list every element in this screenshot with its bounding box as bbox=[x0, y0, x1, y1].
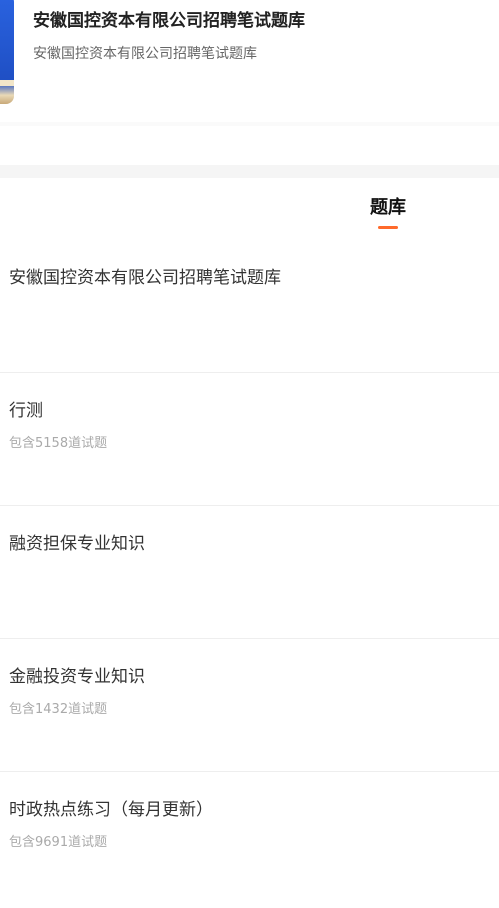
list-item-title: 金融投资专业知识 bbox=[9, 667, 145, 687]
question-bank-list: 安徽国控资本有限公司招聘笔试题库 行测 包含5158道试题 融资担保专业知识 金… bbox=[0, 240, 499, 905]
list-item[interactable]: 金融投资专业知识 包含1432道试题 bbox=[0, 639, 499, 772]
tab-label: 题库 bbox=[370, 197, 406, 218]
bank-header: 安徽国控资本有限公司招聘笔试题库 安徽国控资本有限公司招聘笔试题库 bbox=[0, 0, 499, 122]
page: 安徽国控资本有限公司招聘笔试题库 安徽国控资本有限公司招聘笔试题库 题库 安徽国… bbox=[0, 0, 499, 908]
section-divider bbox=[0, 165, 499, 178]
header-divider bbox=[0, 122, 499, 126]
list-item-count: 包含1432道试题 bbox=[9, 702, 108, 717]
list-item-title: 行测 bbox=[9, 401, 43, 421]
tab-bar: 题库 bbox=[0, 178, 499, 240]
list-item-count: 包含9691道试题 bbox=[9, 835, 108, 850]
list-item-count: 包含5158道试题 bbox=[9, 436, 108, 451]
tab-active-indicator bbox=[378, 226, 398, 229]
list-item[interactable]: 行测 包含5158道试题 bbox=[0, 373, 499, 506]
page-title: 安徽国控资本有限公司招聘笔试题库 bbox=[33, 11, 305, 31]
book-cover-image bbox=[0, 0, 14, 104]
list-item[interactable]: 安徽国控资本有限公司招聘笔试题库 bbox=[0, 240, 499, 373]
list-item-title: 时政热点练习（每月更新） bbox=[9, 800, 213, 820]
page-subtitle: 安徽国控资本有限公司招聘笔试题库 bbox=[33, 46, 257, 62]
list-item-title: 安徽国控资本有限公司招聘笔试题库 bbox=[9, 268, 281, 288]
tab-question-bank[interactable]: 题库 bbox=[358, 196, 418, 229]
book-band bbox=[0, 80, 14, 86]
list-item[interactable]: 融资担保专业知识 bbox=[0, 506, 499, 639]
list-item[interactable]: 时政热点练习（每月更新） 包含9691道试题 bbox=[0, 772, 499, 905]
list-item-title: 融资担保专业知识 bbox=[9, 534, 145, 554]
